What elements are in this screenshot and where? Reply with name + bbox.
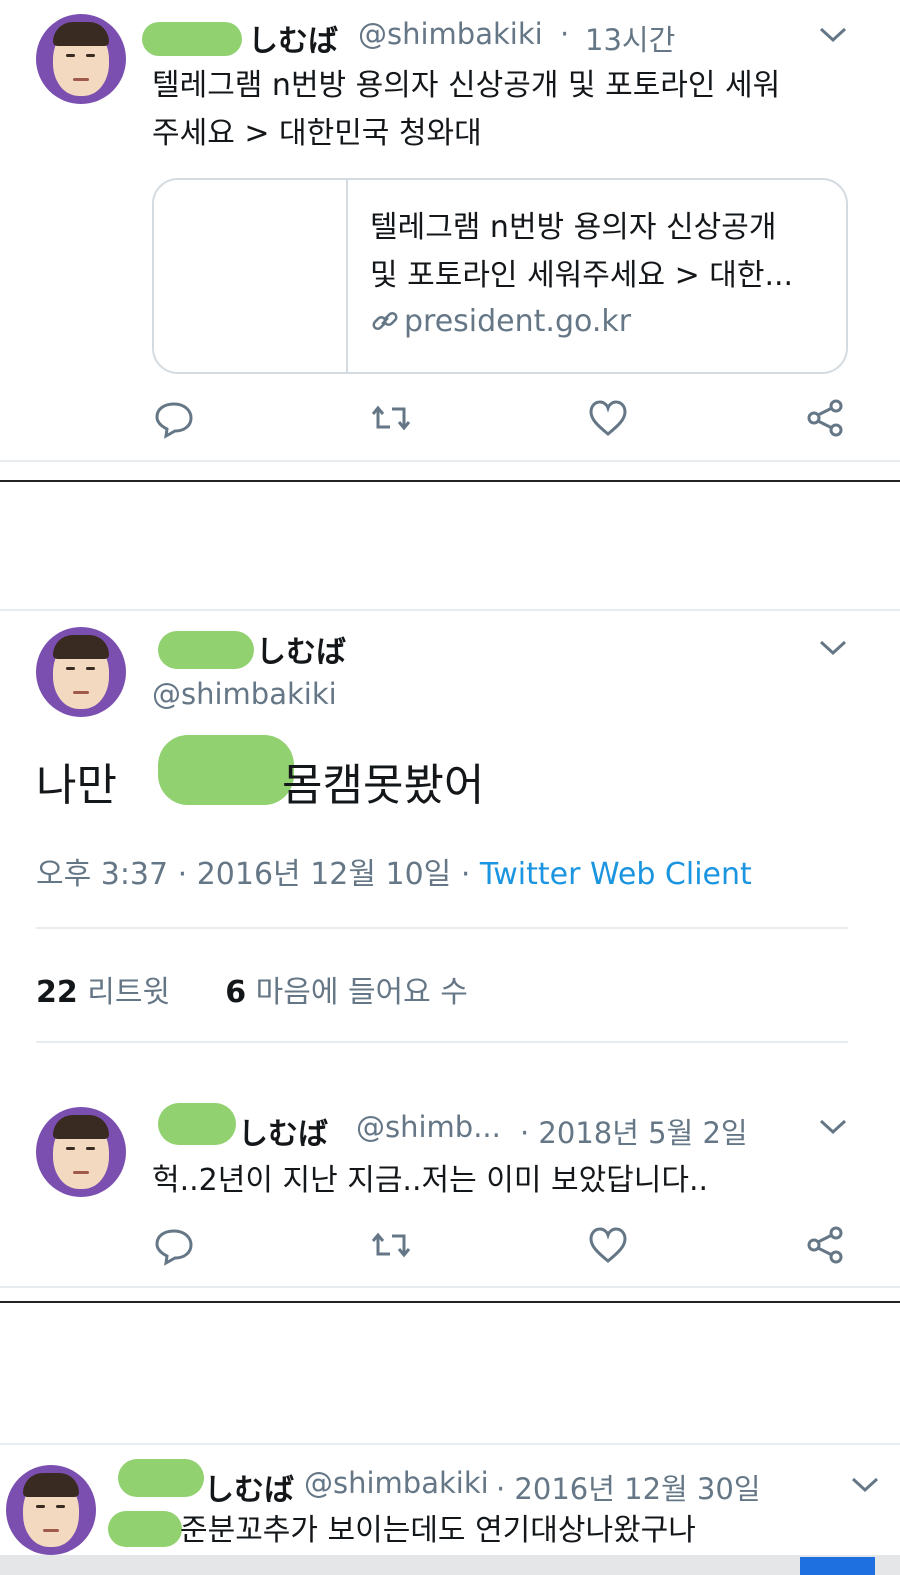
retweet-label[interactable]: 리트윗 [87, 975, 170, 1010]
share-icon[interactable] [804, 397, 846, 439]
avatar[interactable] [6, 1465, 96, 1555]
tweet-text: 텔레그램 n번방 용의자 신상공개 및 포토라인 세워 주세요 > 대한민국 청… [152, 62, 872, 158]
like-icon[interactable] [587, 397, 629, 439]
link-card-thumbnail [154, 180, 348, 372]
link-card-title-line: 및 포토라인 세워주세요 > 대한... [370, 258, 794, 293]
display-name[interactable]: しむば [204, 1465, 294, 1509]
like-icon[interactable] [587, 1224, 629, 1266]
chevron-down-icon[interactable] [818, 638, 848, 658]
like-count[interactable]: 6 [225, 975, 246, 1010]
tweet-text-end: 몸캠못봤어 [282, 760, 485, 811]
reply-icon[interactable] [153, 1224, 195, 1266]
share-icon[interactable] [804, 1224, 846, 1266]
censor-mask [158, 631, 254, 669]
tweet-text-line: 텔레그램 n번방 용의자 신상공개 및 포토라인 세워 [152, 68, 781, 103]
like-label[interactable]: 마음에 들어요 수 [256, 975, 468, 1010]
bottom-bar [0, 1555, 900, 1575]
tweet-panel-2: しむば @shimbakiki 나만 몸캠못봤어 오후 3:37 · 2016년… [0, 609, 900, 1301]
divider [36, 1041, 848, 1043]
link-card-title-line: 텔레그램 n번방 용의자 신상공개 [370, 210, 777, 245]
avatar[interactable] [36, 14, 126, 104]
separator-dot: · [560, 17, 570, 51]
link-card[interactable]: 텔레그램 n번방 용의자 신상공개 및 포토라인 세워주세요 > 대한... p… [152, 178, 848, 374]
user-handle[interactable]: @shimbakiki [358, 17, 543, 51]
retweet-count[interactable]: 22 [36, 975, 78, 1010]
screenshot-separator [0, 480, 900, 482]
link-card-url: president.go.kr [370, 304, 631, 339]
tweet-text-start: 나만 [36, 760, 117, 811]
display-name[interactable]: しむば [238, 1109, 328, 1153]
censor-mask [118, 1459, 204, 1497]
censor-mask [142, 22, 242, 56]
retweet-icon[interactable] [370, 1224, 412, 1266]
tweet-panel-1: しむば @shimbakiki · 13시간 텔레그램 n번방 용의자 신상공개… [0, 0, 900, 480]
tweet-panel-3: しむば @shimbakiki · 2016년 12월 30일 준분꼬추가 보이… [0, 1443, 900, 1555]
divider [0, 460, 900, 462]
display-name[interactable]: しむば [248, 16, 338, 60]
link-url-text: president.go.kr [404, 304, 632, 339]
tweet-timestamp: 오후 3:37 · 2016년 12월 10일 · Twitter Web Cl… [36, 849, 752, 893]
tweet-time[interactable]: · 2018년 5월 2일 [520, 1110, 748, 1152]
display-name[interactable]: しむば [256, 627, 346, 671]
avatar[interactable] [36, 627, 126, 717]
tweet-time[interactable]: 오후 3:37 · 2016년 12월 10일 · [36, 857, 470, 892]
chevron-down-icon[interactable] [818, 25, 848, 45]
user-handle[interactable]: @shimbakiki [304, 1466, 489, 1500]
link-card-title: 텔레그램 n번방 용의자 신상공개 및 포토라인 세워주세요 > 대한... [370, 204, 830, 300]
screenshot-separator [0, 1301, 900, 1303]
link-icon [372, 311, 398, 331]
client-link[interactable]: Twitter Web Client [480, 857, 752, 892]
divider [36, 927, 848, 929]
censor-mask [158, 735, 294, 805]
reply-text: 헉..2년이 지난 지금..저는 이미 보았답니다.. [152, 1163, 709, 1198]
avatar[interactable] [36, 1107, 126, 1197]
chevron-down-icon[interactable] [818, 1117, 848, 1137]
tweet-time[interactable]: · 2016년 12월 30일 [496, 1466, 761, 1508]
censor-mask [108, 1511, 182, 1547]
tweet-stats: 22 리트윗 6 마음에 들어요 수 [36, 967, 468, 1011]
tweet-time[interactable]: 13시간 [585, 17, 675, 59]
reply-icon[interactable] [153, 397, 195, 439]
user-handle[interactable]: @shimb... [356, 1110, 501, 1144]
chevron-down-icon[interactable] [850, 1475, 880, 1495]
bottom-button[interactable] [800, 1557, 875, 1575]
tweet-text-line: 주세요 > 대한민국 청와대 [152, 116, 482, 151]
tweet-text: 준분꼬추가 보이는데도 연기대상나왔구나 [180, 1513, 696, 1548]
divider [0, 1286, 900, 1288]
censor-mask [158, 1103, 236, 1145]
user-handle[interactable]: @shimbakiki [152, 677, 337, 711]
retweet-icon[interactable] [370, 397, 412, 439]
